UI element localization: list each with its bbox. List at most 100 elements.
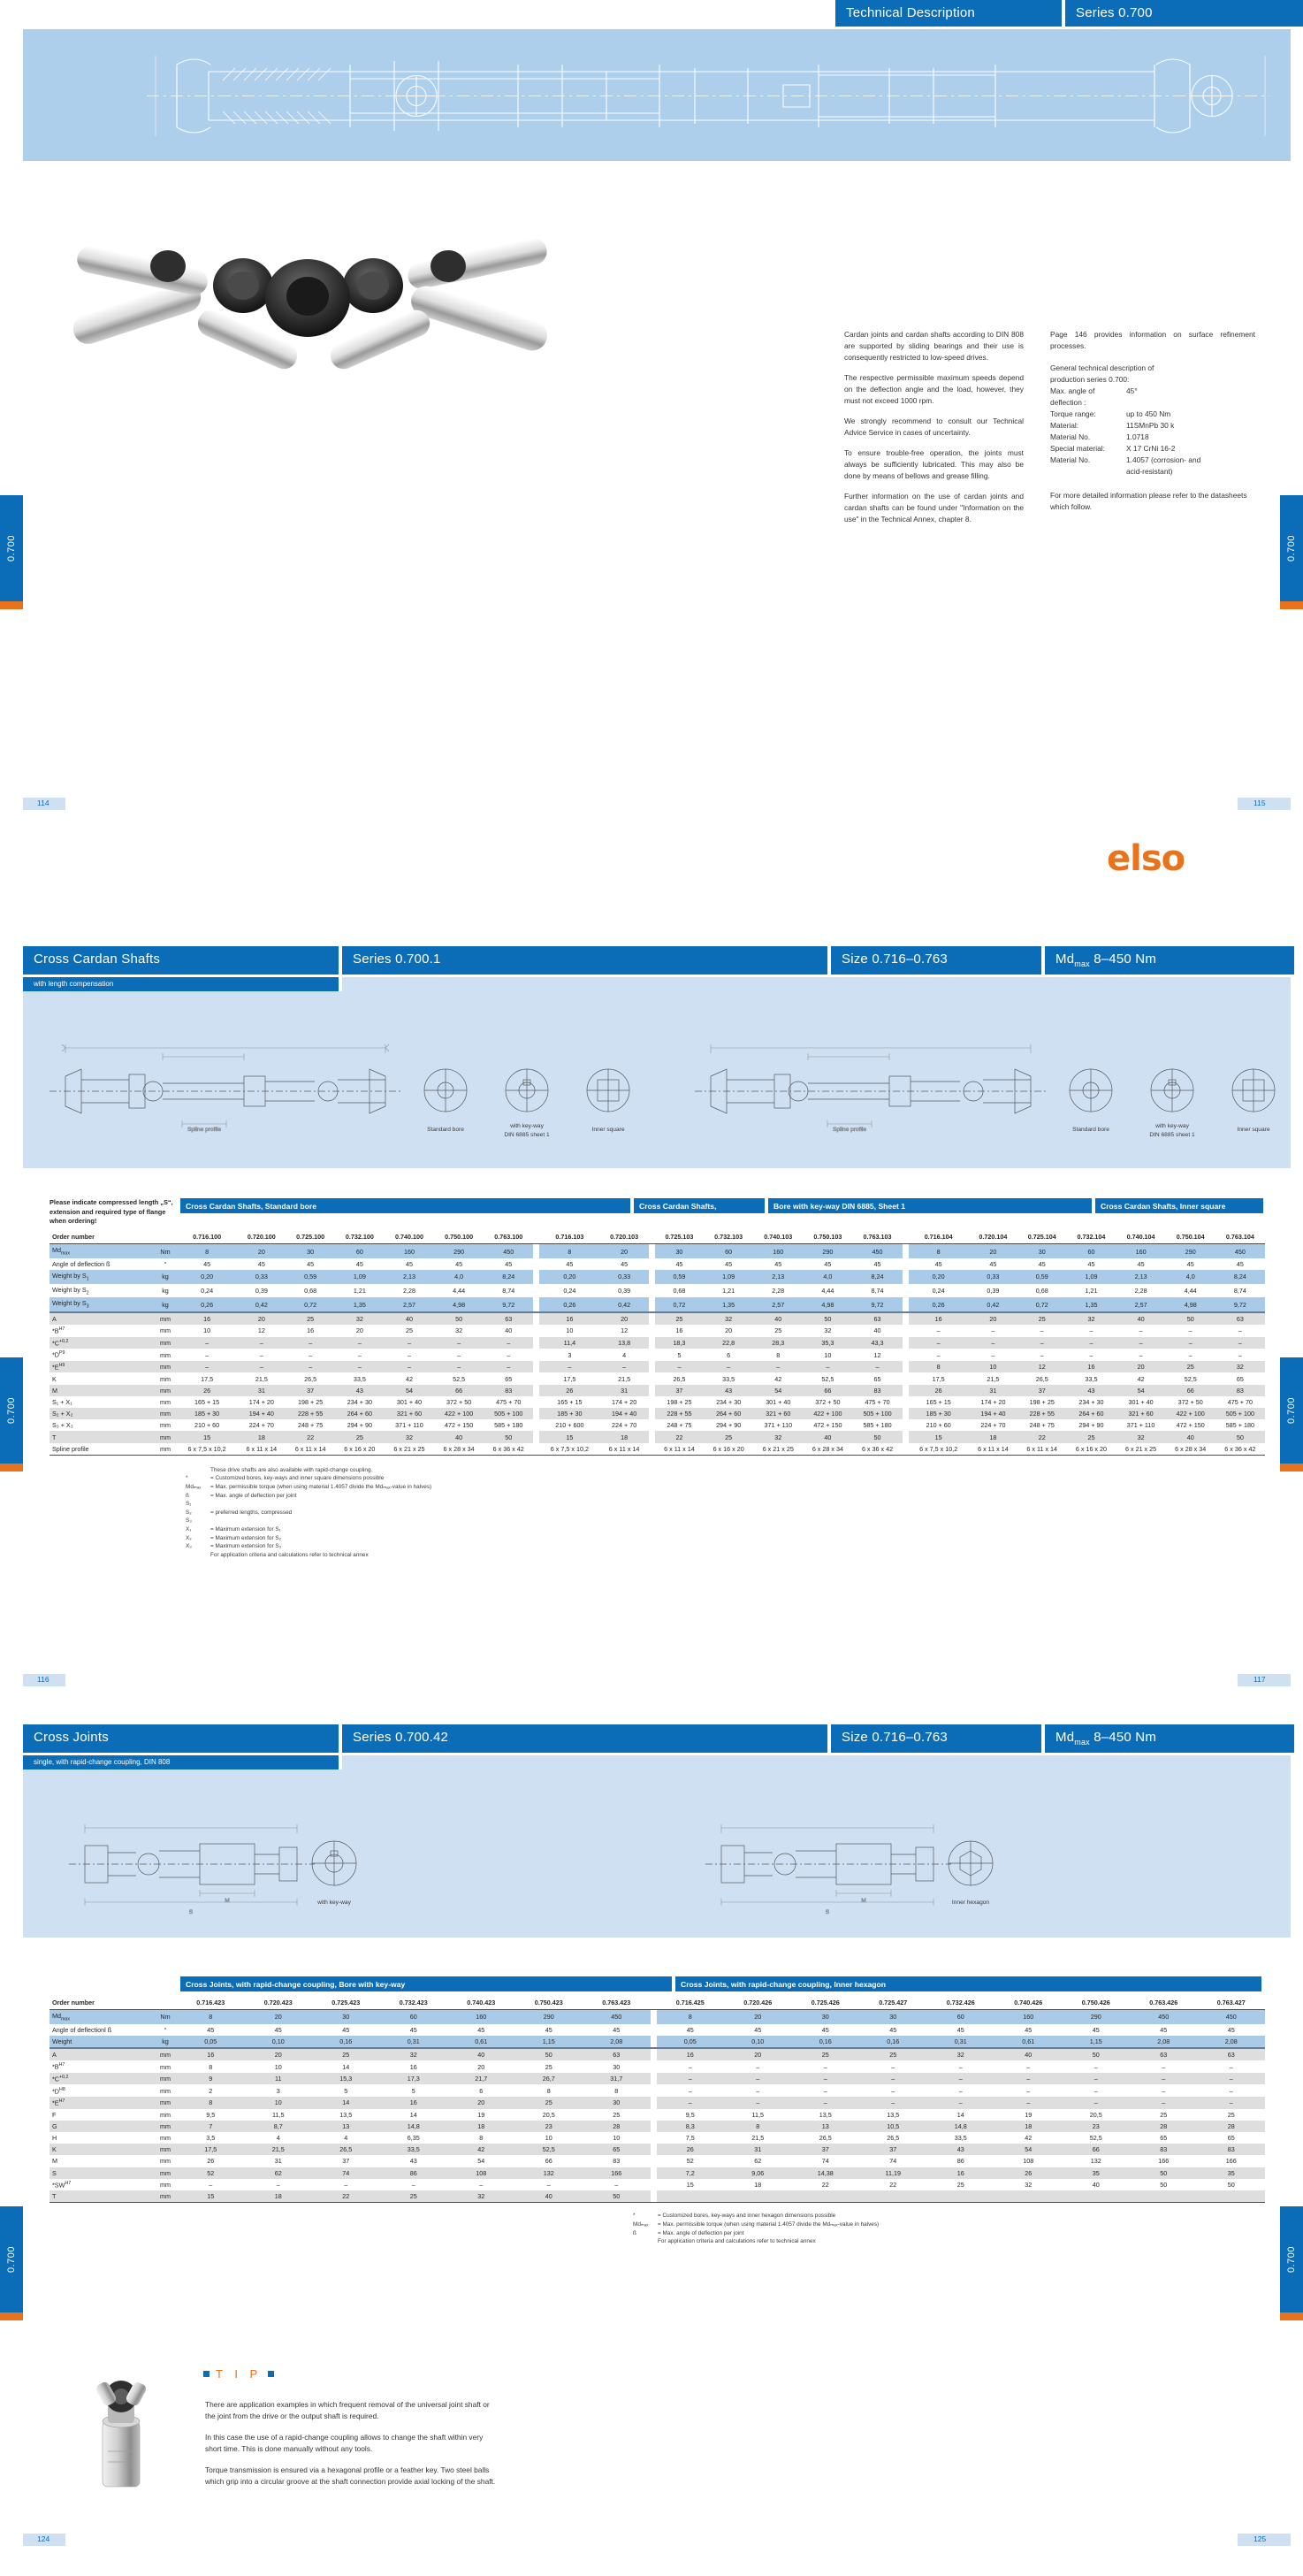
md-rest: 8–450 Nm <box>1089 1730 1157 1745</box>
table-cell: 30 <box>583 2097 651 2109</box>
page2-header-title: Cross Cardan Shafts <box>23 946 339 975</box>
body-paragraph: We strongly recommend to consult our Tec… <box>844 417 1024 438</box>
table-row: Mdmax Nm 8 20 30 60 160 290 450 8 20 30 30 60 160 290 45… <box>50 2009 1265 2024</box>
table-cell: 0,33 <box>237 1270 286 1284</box>
table-cell: 0,05 <box>656 2035 724 2050</box>
table-cell: 472 + 150 <box>1176 1421 1205 1430</box>
table-cell: 15 <box>908 1431 969 1443</box>
table-cell: 248 + 75 <box>667 1421 692 1430</box>
table-cell: 16 <box>409 2062 417 2071</box>
table-cell: 0,16 <box>859 2035 927 2050</box>
table-cell: 33,5 <box>722 1374 735 1383</box>
table-cell: 372 + 50 <box>446 1397 472 1406</box>
table-cell: 290 <box>803 1243 853 1258</box>
table-cell: 4 <box>344 2134 348 2143</box>
caption-standard-bore: Standard bore <box>427 1127 464 1133</box>
spec-key: Material: <box>1050 421 1079 431</box>
table-cell: 13 <box>791 2120 859 2132</box>
table-cell: 9,5 <box>206 2110 216 2119</box>
table-cell: – <box>859 2072 927 2085</box>
page2-header: Cross Cardan Shafts Series 0.700.1 Size … <box>23 946 1294 975</box>
table-cell: 30 <box>654 1243 705 1258</box>
table-cell: 16 <box>926 2167 994 2179</box>
table-cell: 6,35 <box>407 2134 420 2143</box>
table-row: Amm 16 20 25 32 40 50 63 16 20 25 25 32 40 50 63 63 <box>50 2048 1265 2061</box>
group-header-bore-keyway: Cross Joints, with rapid-change coupling… <box>180 1976 672 1991</box>
spec-value: 11SMnPb 30 k <box>1126 421 1175 431</box>
table-cell: 0.725.423 <box>312 1997 380 2011</box>
table-cell: 18,3 <box>654 1336 705 1349</box>
table-cell: – <box>656 2097 724 2109</box>
md-label: Md <box>1055 952 1075 967</box>
column-gap <box>649 1385 655 1396</box>
table-cell: 45 <box>1227 2025 1235 2034</box>
table-cell: 45 <box>257 1260 265 1269</box>
table-cell: 7,2 <box>656 2167 724 2179</box>
group-header-cardan-shafts: Cross Cardan Shafts, <box>634 1198 765 1213</box>
table-cell: 43 <box>704 1384 754 1396</box>
table-cell: 45 <box>274 2025 282 2034</box>
table-cell: 25 <box>312 2048 380 2061</box>
table-cell: 54 <box>477 2157 485 2166</box>
table-cell: 165 + 15 <box>926 1397 951 1406</box>
svg-text:Inner square: Inner square <box>1237 1127 1269 1133</box>
table-cell: 8 <box>908 1243 969 1258</box>
table-cell: – <box>1026 2086 1031 2095</box>
table-cell: – <box>753 1360 804 1373</box>
table-cell: 6 x 11 x 14 <box>237 1442 286 1456</box>
table-cell: 66 <box>545 2157 552 2166</box>
table-cell: 22 <box>1017 1431 1067 1443</box>
row-label: H <box>52 2134 57 2143</box>
column-gap <box>651 2097 657 2109</box>
column-gap <box>533 1258 539 1270</box>
table-cell: 45 <box>1186 1260 1194 1269</box>
table-cell: – <box>434 1336 484 1349</box>
table-cell: 22,8 <box>704 1336 754 1349</box>
column-gap <box>903 1419 909 1431</box>
table-cell: 63 <box>1197 2048 1265 2061</box>
table-cell: 45 <box>566 1260 574 1269</box>
table-cell: 0.720.426 <box>724 1997 792 2011</box>
table-cell: 25 <box>1017 1311 1067 1326</box>
column-gap <box>903 1396 909 1408</box>
table-row: Mmm 26 31 37 43 54 66 83 52 62 74 74 86 108 132 166 166 <box>50 2155 1265 2167</box>
row-label: G <box>50 2120 154 2132</box>
row-unit <box>154 1997 177 2011</box>
page2-table-area: Please indicate compressed length „S“, e… <box>50 1198 1265 1560</box>
column-gap <box>650 2190 657 2204</box>
table-cell: 6 x 11 x 14 <box>654 1442 705 1456</box>
column-gap <box>533 1297 540 1313</box>
row-unit: mm <box>154 1336 177 1349</box>
row-unit: mm <box>154 2167 177 2179</box>
table-cell: 31 <box>237 1384 286 1396</box>
page-number-right: 125 <box>1253 2534 1267 2543</box>
table-cell: – <box>1062 2097 1130 2109</box>
spec-value: up to 450 Nm <box>1126 409 1171 419</box>
row-unit: mm <box>160 1374 171 1383</box>
page3-header-size: Size 0.716–0.763 <box>831 1724 1041 1753</box>
table-row: Fmm 9,5 11,5 13,5 14 19 20,5 25 9,5 11,5 13,5 13,5 1… <box>50 2109 1265 2121</box>
svg-text:S: S <box>189 1909 194 1915</box>
svg-text:S: S <box>826 1909 830 1915</box>
table-cell: 8 <box>177 1243 238 1258</box>
table-cell: 1,21 <box>353 1287 366 1296</box>
table-cell: 8 <box>546 2086 551 2095</box>
table-cell: 26,5 <box>819 2134 832 2143</box>
table-cell: 264 + 60 <box>1066 1408 1116 1420</box>
row-unit: mm <box>154 1408 177 1420</box>
table-cell: 264 + 60 <box>334 1408 385 1420</box>
table-cell: – <box>991 1326 995 1335</box>
table-cell: 6 x 11 x 14 <box>968 1442 1018 1456</box>
column-gap <box>649 1312 655 1325</box>
table-cell: 9,72 <box>852 1297 903 1313</box>
table-cell: 14,38 <box>791 2167 859 2179</box>
table-cell: 6 x 16 x 20 <box>334 1442 385 1456</box>
table-cell: 16 <box>539 1311 600 1326</box>
table-cell: 21,5 <box>618 1374 631 1383</box>
row-label: S <box>50 2167 154 2179</box>
table-cell: 160 <box>384 1243 435 1258</box>
table-cell: 10 <box>824 1350 832 1359</box>
table-cell: 16 <box>675 1326 683 1335</box>
table-cell: 40 <box>873 1326 881 1335</box>
table-cell: 25 <box>956 2181 964 2189</box>
